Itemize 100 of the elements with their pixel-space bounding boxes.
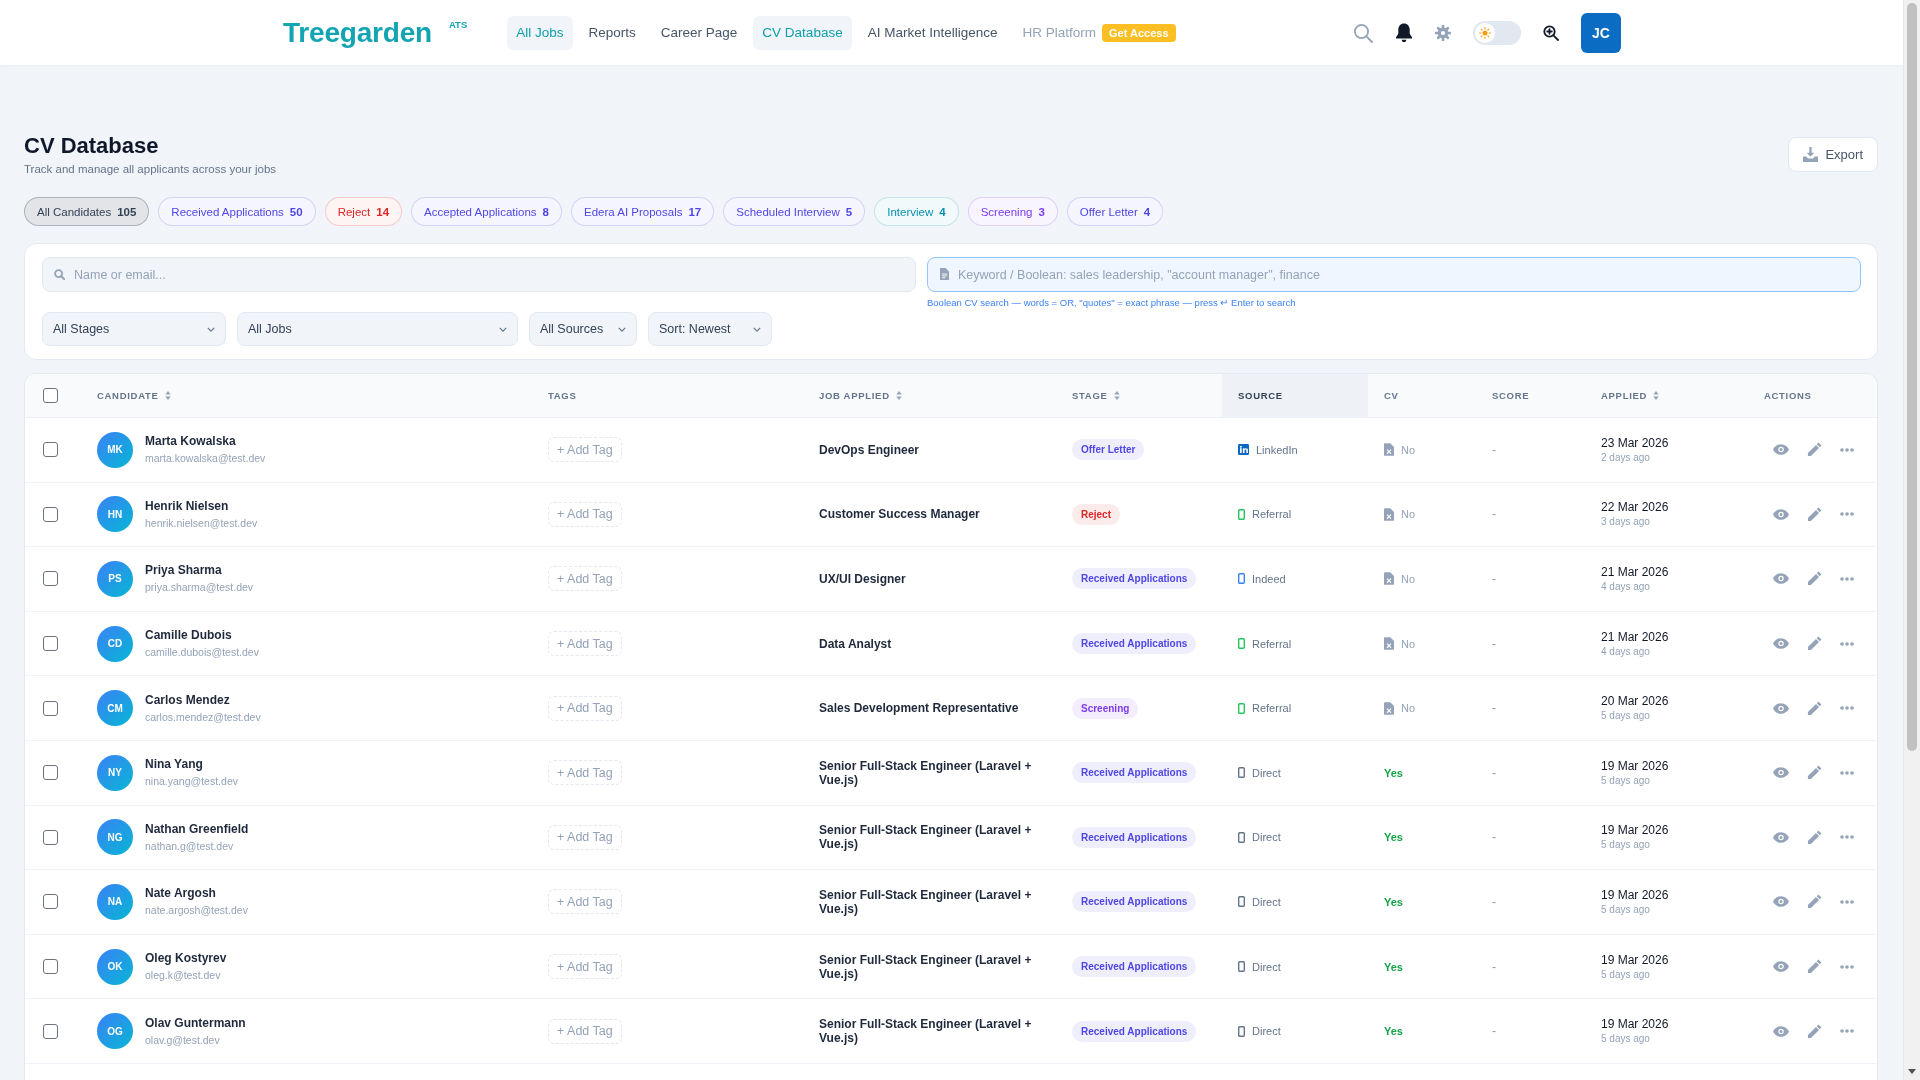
filter-dropdown[interactable]: All Sources xyxy=(529,312,637,346)
row-checkbox[interactable] xyxy=(43,1023,58,1039)
candidate-name[interactable]: Camille Dubois xyxy=(145,628,259,644)
add-tag-button[interactable]: + Add Tag xyxy=(548,566,622,592)
candidate-name[interactable]: Nina Yang xyxy=(145,757,238,773)
stage-filter-chip[interactable]: Received Applications 50 xyxy=(158,197,316,226)
ellipsis-icon[interactable] xyxy=(1840,835,1854,840)
add-tag-button[interactable]: + Add Tag xyxy=(548,437,622,463)
export-button[interactable]: Export xyxy=(1788,137,1878,172)
eye-icon[interactable] xyxy=(1773,573,1789,585)
column-header[interactable]: APPLIED xyxy=(1585,374,1748,417)
nav-tab[interactable]: AI Market Intelligence xyxy=(858,15,1007,50)
filter-dropdown[interactable]: All Jobs xyxy=(237,312,518,346)
ellipsis-icon[interactable] xyxy=(1840,641,1854,646)
row-checkbox[interactable] xyxy=(43,442,58,458)
cv-status[interactable]: Yes xyxy=(1384,831,1403,844)
search-icon[interactable] xyxy=(1353,22,1373,43)
candidate-name[interactable]: Priya Sharma xyxy=(145,563,254,579)
pencil-icon[interactable] xyxy=(1807,829,1822,845)
sort-icon[interactable] xyxy=(164,391,171,400)
pencil-icon[interactable] xyxy=(1807,959,1822,975)
pencil-icon[interactable] xyxy=(1807,506,1822,522)
bell-icon[interactable] xyxy=(1395,22,1413,43)
row-checkbox[interactable] xyxy=(43,571,58,587)
add-tag-button[interactable]: + Add Tag xyxy=(548,501,622,527)
eye-icon[interactable] xyxy=(1773,702,1789,714)
cv-status[interactable]: Yes xyxy=(1384,960,1403,973)
nav-tab[interactable]: CV Database xyxy=(753,15,852,50)
pencil-icon[interactable] xyxy=(1807,571,1822,587)
add-tag-button[interactable]: + Add Tag xyxy=(548,954,622,980)
add-tag-button[interactable]: + Add Tag xyxy=(548,1018,622,1044)
row-checkbox[interactable] xyxy=(43,829,58,845)
add-tag-button[interactable]: + Add Tag xyxy=(548,824,622,850)
filter-dropdown[interactable]: Sort: Newest xyxy=(648,312,772,346)
select-all-checkbox[interactable] xyxy=(43,388,58,403)
user-avatar[interactable]: JC xyxy=(1581,12,1621,53)
stage-filter-chip[interactable]: Edera AI Proposals 17 xyxy=(571,197,715,226)
pencil-icon[interactable] xyxy=(1807,442,1822,458)
candidate-name[interactable]: Henrik Nielsen xyxy=(145,498,258,514)
eye-icon[interactable] xyxy=(1773,896,1789,908)
column-header[interactable]: CANDIDATE xyxy=(81,374,532,417)
sort-icon[interactable] xyxy=(1113,391,1120,400)
stage-filter-chip[interactable]: Accepted Applications 8 xyxy=(411,197,562,226)
ellipsis-icon[interactable] xyxy=(1840,577,1854,581)
row-checkbox[interactable] xyxy=(43,959,58,975)
pencil-icon[interactable] xyxy=(1807,700,1822,716)
row-checkbox[interactable] xyxy=(43,506,58,522)
eye-icon[interactable] xyxy=(1773,508,1789,520)
sort-icon[interactable] xyxy=(1653,391,1660,400)
keyword-search-field[interactable]: Keyword / Boolean: sales leadership, "account manager", finance xyxy=(927,257,1861,292)
candidate-name[interactable]: Marta Kowalska xyxy=(145,434,266,450)
pencil-icon[interactable] xyxy=(1807,1023,1822,1039)
ellipsis-icon[interactable] xyxy=(1840,1029,1854,1034)
stage-filter-chip[interactable]: Screening 3 xyxy=(967,197,1058,226)
nav-tab[interactable]: Reports xyxy=(579,15,645,50)
add-tag-button[interactable]: + Add Tag xyxy=(548,760,622,786)
filter-dropdown[interactable]: All Stages xyxy=(42,312,226,346)
stage-filter-chip[interactable]: Offer Letter 4 xyxy=(1066,197,1164,226)
cv-status[interactable]: Yes xyxy=(1384,1025,1403,1038)
eye-icon[interactable] xyxy=(1773,767,1789,779)
add-tag-button[interactable]: + Add Tag xyxy=(548,889,622,915)
candidate-name[interactable]: Nathan Greenfield xyxy=(145,821,249,837)
scrollbar-thumb[interactable] xyxy=(1907,3,1917,751)
name-search-field[interactable]: Name or email... xyxy=(42,257,916,292)
row-checkbox[interactable] xyxy=(43,894,58,910)
cv-status[interactable]: Yes xyxy=(1384,895,1403,908)
ellipsis-icon[interactable] xyxy=(1840,706,1854,711)
scrollbar[interactable] xyxy=(1903,0,1920,1080)
stage-filter-chip[interactable]: Scheduled Interview 5 xyxy=(723,197,866,226)
ellipsis-icon[interactable] xyxy=(1840,447,1854,452)
column-header[interactable]: JOB APPLIED xyxy=(803,374,1056,417)
ellipsis-icon[interactable] xyxy=(1840,512,1854,517)
scroll-down-arrow-icon[interactable] xyxy=(1908,1069,1916,1074)
eye-icon[interactable] xyxy=(1773,1025,1789,1037)
zoom-in-icon[interactable] xyxy=(1543,24,1559,41)
candidate-name[interactable]: Carlos Mendez xyxy=(145,692,261,708)
eye-icon[interactable] xyxy=(1773,961,1789,973)
column-header[interactable]: STAGE xyxy=(1056,374,1222,417)
eye-icon[interactable] xyxy=(1773,444,1789,456)
ellipsis-icon[interactable] xyxy=(1840,899,1854,904)
row-checkbox[interactable] xyxy=(43,636,58,652)
add-tag-button[interactable]: + Add Tag xyxy=(548,695,622,721)
candidate-name[interactable]: Oleg Kostyrev xyxy=(145,951,227,967)
nav-tab[interactable]: All Jobs xyxy=(507,15,573,50)
add-tag-button[interactable]: + Add Tag xyxy=(548,631,622,657)
pencil-icon[interactable] xyxy=(1807,636,1822,652)
pencil-icon[interactable] xyxy=(1807,765,1822,781)
theme-toggle[interactable] xyxy=(1473,20,1521,45)
eye-icon[interactable] xyxy=(1773,831,1789,843)
candidate-name[interactable]: Nate Argosh xyxy=(145,886,248,902)
cv-status[interactable]: Yes xyxy=(1384,766,1403,779)
eye-icon[interactable] xyxy=(1773,638,1789,650)
ellipsis-icon[interactable] xyxy=(1840,770,1854,775)
stage-filter-chip[interactable]: All Candidates 105 xyxy=(24,197,150,226)
sort-icon[interactable] xyxy=(895,391,902,400)
candidate-name[interactable]: Olav Guntermann xyxy=(145,1015,246,1031)
row-checkbox[interactable] xyxy=(43,765,58,781)
row-checkbox[interactable] xyxy=(43,700,58,716)
logo[interactable]: Treegarden xyxy=(283,15,432,50)
settings-icon[interactable] xyxy=(1435,24,1451,41)
